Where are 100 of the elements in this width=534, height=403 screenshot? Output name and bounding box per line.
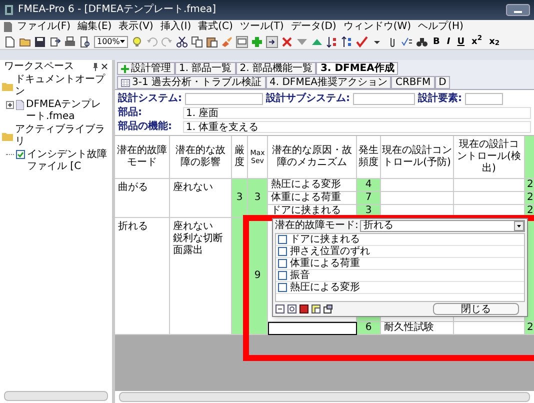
format-button[interactable]: x$_{2}$	[487, 36, 502, 48]
checkbox[interactable]	[16, 150, 25, 159]
table-cell: 2	[525, 322, 534, 335]
insert-icon[interactable]	[266, 36, 278, 48]
horizontal-scrollbar[interactable]	[4, 391, 108, 401]
field-label: 設計要素:	[418, 92, 462, 104]
table-cell: 7	[357, 192, 381, 205]
table-cell: 6	[357, 322, 381, 335]
column-header: 潜在的な故障の影響	[170, 136, 232, 179]
table-cell	[454, 179, 525, 192]
lightbulb-icon[interactable]	[131, 36, 143, 48]
checkbox[interactable]	[278, 283, 287, 292]
close-icon[interactable]	[101, 63, 108, 70]
pin-icon[interactable]	[92, 63, 99, 71]
field-label: 設計サブシステム:	[266, 92, 350, 104]
column-header: 潜在的な原因・故障のメカニズム	[268, 136, 357, 179]
folder-icon	[2, 82, 13, 90]
document-icon	[4, 22, 12, 32]
export-icon[interactable]	[49, 36, 61, 48]
minimize-icon[interactable]	[506, 4, 530, 16]
form-icon[interactable]	[236, 36, 248, 48]
checkbox[interactable]	[278, 271, 287, 280]
text-field[interactable]: 1. 座面	[183, 106, 531, 118]
page-icon[interactable]	[275, 304, 285, 314]
cell-editor-field[interactable]	[268, 322, 357, 335]
menu-item[interactable]: 挿入(I)	[158, 21, 194, 33]
link-icon[interactable]	[287, 304, 297, 314]
tab[interactable]: D	[434, 76, 450, 89]
table-cell-text: 座れない	[173, 182, 214, 194]
checkmark-icon[interactable]	[356, 36, 368, 48]
horizontal-scrollbar[interactable]	[119, 392, 530, 402]
sort-icon[interactable]	[341, 36, 353, 48]
preview-icon[interactable]	[79, 36, 91, 48]
copy-icon[interactable]	[311, 304, 321, 314]
pane-title: ワークスペース	[4, 61, 74, 73]
checkbox[interactable]	[278, 235, 287, 244]
table-cell: 4	[357, 179, 381, 192]
format-button[interactable]: U	[455, 36, 467, 48]
menu-item[interactable]: ファイル(F)	[15, 21, 73, 33]
list-item[interactable]: 押さえ位置のずれ	[276, 246, 524, 258]
menu-item[interactable]: 書式(C)	[196, 21, 235, 33]
save-icon[interactable]	[34, 36, 46, 48]
menu-item[interactable]: データ(D)	[288, 21, 338, 33]
table-cell: 耐久性試験	[381, 322, 454, 335]
column-header: 潜在的故障モード	[115, 136, 170, 179]
sort-icon[interactable]	[326, 36, 338, 48]
table-cell	[454, 192, 525, 205]
spellcheck-icon[interactable]	[401, 36, 413, 48]
tab[interactable]: 設計管理	[117, 62, 175, 75]
format-button[interactable]: x$^{2}$	[470, 36, 484, 48]
text-field[interactable]	[185, 92, 263, 104]
checkbox[interactable]	[278, 259, 287, 268]
plus-icon	[121, 64, 129, 72]
zoom-dropdown[interactable]: 100%	[94, 36, 128, 48]
table-cell-text: 座れない	[173, 221, 214, 232]
menu-item[interactable]: 編集(E)	[76, 21, 114, 33]
close-button[interactable]: 閉じる	[433, 303, 519, 315]
file-icon	[16, 100, 24, 110]
list-item[interactable]: 熱圧による変形	[276, 282, 524, 294]
tab[interactable]: 4. DFMEA推奨アクション	[266, 76, 392, 89]
menu-item[interactable]: ウィンドウ(W)	[341, 21, 414, 33]
menu-item[interactable]: 表示(V)	[116, 21, 156, 33]
tab[interactable]: 1. 部品一覧	[175, 62, 236, 75]
expander-icon[interactable]	[6, 101, 14, 109]
caret-icon	[120, 40, 125, 43]
menu-item[interactable]: ヘルプ(H)	[416, 21, 466, 33]
folder-icon	[2, 132, 13, 140]
caret-icon	[514, 221, 524, 231]
paste-icon[interactable]	[206, 36, 218, 48]
combo-box[interactable]: 折れる	[360, 220, 525, 232]
text-field[interactable]: 1. 体重を支える	[183, 120, 531, 132]
tree-item[interactable]: インシデント故障ファイル [C	[27, 149, 110, 173]
format-button[interactable]: B	[431, 36, 442, 48]
table-cell: 2	[525, 192, 534, 205]
list-item[interactable]: 体重による荷重	[276, 258, 524, 270]
table-cell: 9	[254, 270, 261, 282]
checkbox[interactable]	[278, 247, 287, 256]
text-field[interactable]	[353, 92, 415, 104]
delete-icon[interactable]	[281, 36, 293, 48]
tree-item[interactable]: DFMEAテンプレート.fmea	[26, 99, 110, 123]
brush-icon[interactable]	[221, 36, 233, 48]
tab[interactable]: 2. 部品機能一覧	[236, 62, 316, 75]
binoculars-icon[interactable]	[416, 36, 428, 48]
tab[interactable]: CRBFM	[391, 76, 435, 89]
menu-item[interactable]: ツール(T)	[238, 21, 286, 33]
format-button[interactable]: I	[444, 36, 452, 48]
table-cell: 曲がる	[115, 179, 170, 218]
cut-icon[interactable]	[176, 36, 188, 48]
print-icon[interactable]	[64, 36, 76, 48]
book-icon[interactable]	[299, 304, 309, 314]
tree-item[interactable]: ドキュメントオープン	[15, 74, 110, 98]
window-icon[interactable]	[323, 304, 333, 314]
tab[interactable]: 3-1 過去分析・トラブル検証	[117, 76, 266, 89]
table-cell	[525, 136, 534, 179]
tree-item[interactable]: アクティブライブラリ	[15, 124, 110, 148]
copy-icon[interactable]	[191, 36, 203, 48]
list-item[interactable]: ドアに挟まれる	[276, 234, 524, 246]
list-item[interactable]: 振音	[276, 270, 524, 282]
tab[interactable]: 3. DFMEA作成	[316, 62, 398, 75]
text-field[interactable]	[465, 92, 503, 104]
